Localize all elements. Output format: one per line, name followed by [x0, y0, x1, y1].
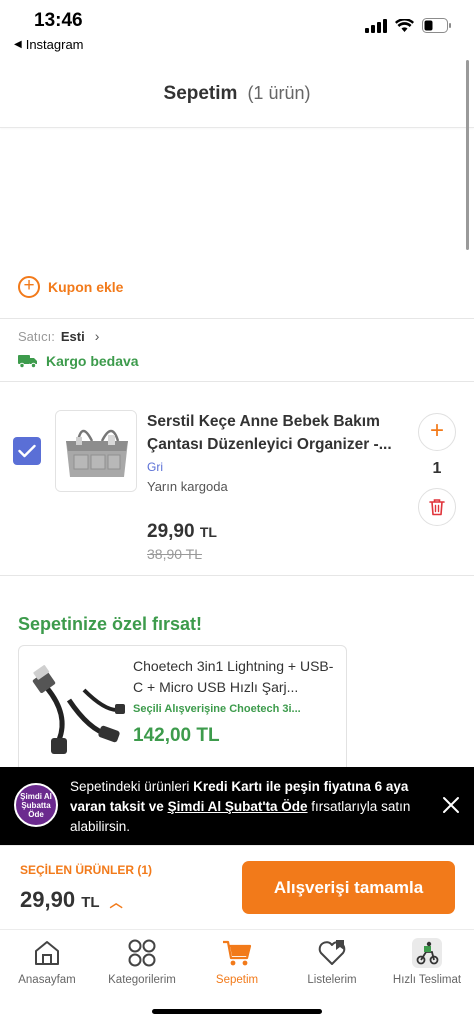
back-to-app-link[interactable]: ◀ Instagram	[14, 37, 84, 52]
wifi-icon	[395, 18, 414, 32]
total-unit: TL	[81, 894, 100, 911]
deal-card[interactable]: Choetech 3in1 Lightning + USB-C + Micro …	[18, 645, 347, 785]
deal-section-title: Sepetinize özel fırsat!	[18, 614, 203, 634]
deal-promo: Seçili Alışverişine Choetech 3i...	[133, 703, 301, 715]
tab-label: Listelerim	[307, 974, 357, 986]
free-shipping-info: Kargo bedava	[18, 353, 139, 369]
coupon-label: Kupon ekle	[48, 279, 124, 295]
back-triangle-icon: ◀	[14, 39, 22, 50]
cart-icon	[220, 936, 254, 970]
product-image[interactable]	[55, 410, 137, 492]
chevron-up-icon[interactable]: ︿	[110, 895, 123, 910]
product-variant: Gri	[147, 460, 163, 474]
status-time: 13:46	[34, 10, 83, 31]
complete-purchase-button[interactable]: Alışverişi tamamla	[242, 861, 455, 914]
delete-item-button[interactable]	[418, 488, 456, 526]
status-icons	[365, 18, 452, 33]
signal-icon	[365, 18, 387, 33]
product-price-value: 29,90	[147, 521, 195, 542]
increase-quantity-button[interactable]: +	[418, 413, 456, 451]
banner-text-1: Sepetindeki ürünleri	[70, 779, 194, 794]
tab-home[interactable]: Anasayfam	[0, 936, 94, 996]
total-price[interactable]: 29,90 TL ︿	[20, 887, 123, 913]
tab-label: Hızlı Teslimat	[392, 974, 462, 986]
tab-lists[interactable]: Listelerim	[285, 936, 379, 996]
battery-icon	[422, 18, 451, 33]
add-coupon-button[interactable]: + Kupon ekle	[18, 276, 123, 298]
tab-label: Sepetim	[215, 974, 259, 986]
divider	[0, 318, 474, 319]
back-app-label: Instagram	[25, 37, 84, 52]
total-value: 29,90	[20, 887, 76, 912]
logo-text-2: Şubatta	[21, 800, 51, 810]
product-shipping-info: Yarın kargoda	[147, 479, 228, 494]
tab-cart[interactable]: Sepetim	[190, 936, 284, 996]
buy-now-pay-later-logo: Şimdi Al Şubatta Öde	[14, 783, 58, 827]
seller-link[interactable]: Satıcı: Esti ›	[18, 328, 99, 344]
tab-categories[interactable]: Kategorilerim	[95, 936, 189, 996]
scrollbar[interactable]	[466, 60, 469, 250]
plus-circle-icon: +	[18, 276, 40, 298]
cable-product-image	[32, 665, 125, 754]
divider	[0, 575, 474, 576]
free-shipping-label: Kargo bedava	[46, 353, 139, 369]
product-title[interactable]: Serstil Keçe Anne Bebek Bakım Çantası Dü…	[147, 410, 405, 456]
product-price-unit: TL	[199, 524, 217, 540]
checkmark-icon	[18, 444, 36, 458]
organizer-bag-image	[56, 411, 136, 491]
close-icon[interactable]	[441, 795, 461, 815]
heart-list-icon	[315, 936, 349, 970]
selected-items-label: SEÇİLEN ÜRÜNLER (1)	[20, 863, 153, 877]
status-bar: 13:46 ◀ Instagram	[0, 0, 474, 60]
categories-icon	[125, 936, 159, 970]
installment-banner: Şimdi Al Şubatta Öde Sepetindeki ürünler…	[0, 767, 474, 845]
chevron-right-icon: ›	[94, 328, 100, 344]
deal-product-name: Choetech 3in1 Lightning + USB-C + Micro …	[133, 658, 334, 695]
item-count: (1 ürün)	[247, 83, 311, 103]
deal-price: 142,00 TL	[133, 725, 220, 746]
seller-name: Esti	[60, 328, 85, 344]
tab-label: Anasayfam	[18, 974, 76, 986]
truck-icon	[18, 355, 37, 368]
logo-text-1: Şimdi Al	[20, 791, 52, 801]
product-price: 29,90 TL	[147, 521, 217, 543]
divider	[0, 381, 474, 382]
logo-text-3: Öde	[28, 809, 44, 819]
banner-link[interactable]: Şimdi Al Şubat'ta Öde	[168, 799, 308, 814]
home-icon	[30, 936, 64, 970]
banner-message: Sepetindeki ürünleri Kredi Kartı ile peş…	[70, 777, 420, 837]
quantity-value: 1	[432, 460, 442, 477]
product-old-price: 38,90 TL	[147, 546, 203, 562]
tab-fast-delivery[interactable]: Hızlı Teslimat	[380, 936, 474, 996]
checkout-bar: SEÇİLEN ÜRÜNLER (1) 29,90 TL ︿ Alışveriş…	[0, 845, 474, 929]
product-checkbox[interactable]	[13, 437, 41, 465]
seller-prefix: Satıcı:	[18, 328, 55, 344]
fast-delivery-icon	[410, 936, 444, 970]
tab-label: Kategorilerim	[108, 974, 176, 986]
trash-icon	[429, 499, 445, 516]
page-title: Sepetim	[163, 82, 238, 104]
cart-header: Sepetim (1 ürün)	[0, 60, 474, 128]
home-indicator[interactable]	[152, 1009, 322, 1014]
